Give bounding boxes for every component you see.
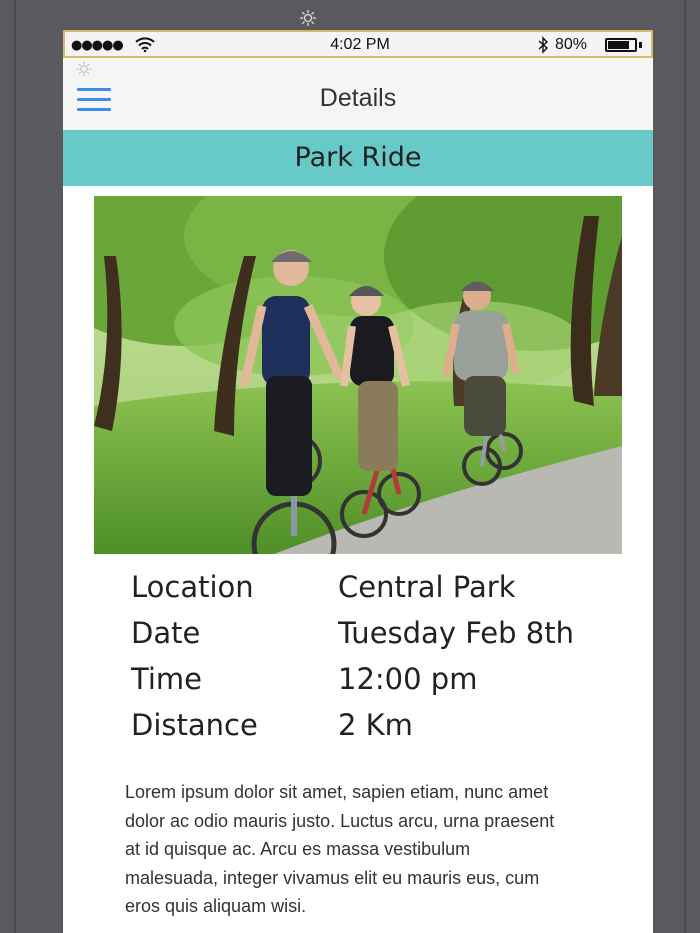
detail-row-time: Time 12:00 pm xyxy=(131,662,631,708)
detail-label: Distance xyxy=(131,708,258,742)
device-frame: ●●●●● 4:02 PM 80% Details Park Ride Loca… xyxy=(0,0,700,933)
frame-edge-left xyxy=(14,0,16,933)
gear-icon[interactable] xyxy=(298,8,318,28)
phone-screen: ●●●●● 4:02 PM 80% Details Park Ride Loca… xyxy=(63,30,653,933)
detail-value: 12:00 pm xyxy=(338,662,478,696)
detail-label: Time xyxy=(131,662,202,696)
detail-value: 2 Km xyxy=(338,708,413,742)
detail-label: Date xyxy=(131,616,201,650)
event-description: Lorem ipsum dolor sit amet, sapien etiam… xyxy=(125,782,555,916)
detail-row-location: Location Central Park xyxy=(131,570,631,616)
status-bar: ●●●●● 4:02 PM 80% xyxy=(63,30,653,58)
event-photo xyxy=(94,196,622,554)
detail-label: Location xyxy=(131,570,254,604)
detail-row-date: Date Tuesday Feb 8th xyxy=(131,616,631,662)
detail-value: Tuesday Feb 8th xyxy=(338,616,574,650)
event-title: Park Ride xyxy=(294,142,422,173)
battery-icon xyxy=(605,38,637,52)
battery-percent: 80% xyxy=(555,36,588,53)
nav-bar: Details xyxy=(63,58,653,130)
battery-nub xyxy=(639,42,642,48)
frame-edge-right xyxy=(684,0,686,933)
gear-icon[interactable] xyxy=(75,60,93,78)
page-title: Details xyxy=(319,84,397,112)
battery-level-fill xyxy=(608,41,629,49)
detail-row-distance: Distance 2 Km xyxy=(131,708,631,754)
bluetooth-icon xyxy=(538,36,549,54)
event-title-banner: Park Ride xyxy=(63,130,653,186)
event-details: Location Central Park Date Tuesday Feb 8… xyxy=(131,570,631,754)
detail-value: Central Park xyxy=(338,570,516,604)
